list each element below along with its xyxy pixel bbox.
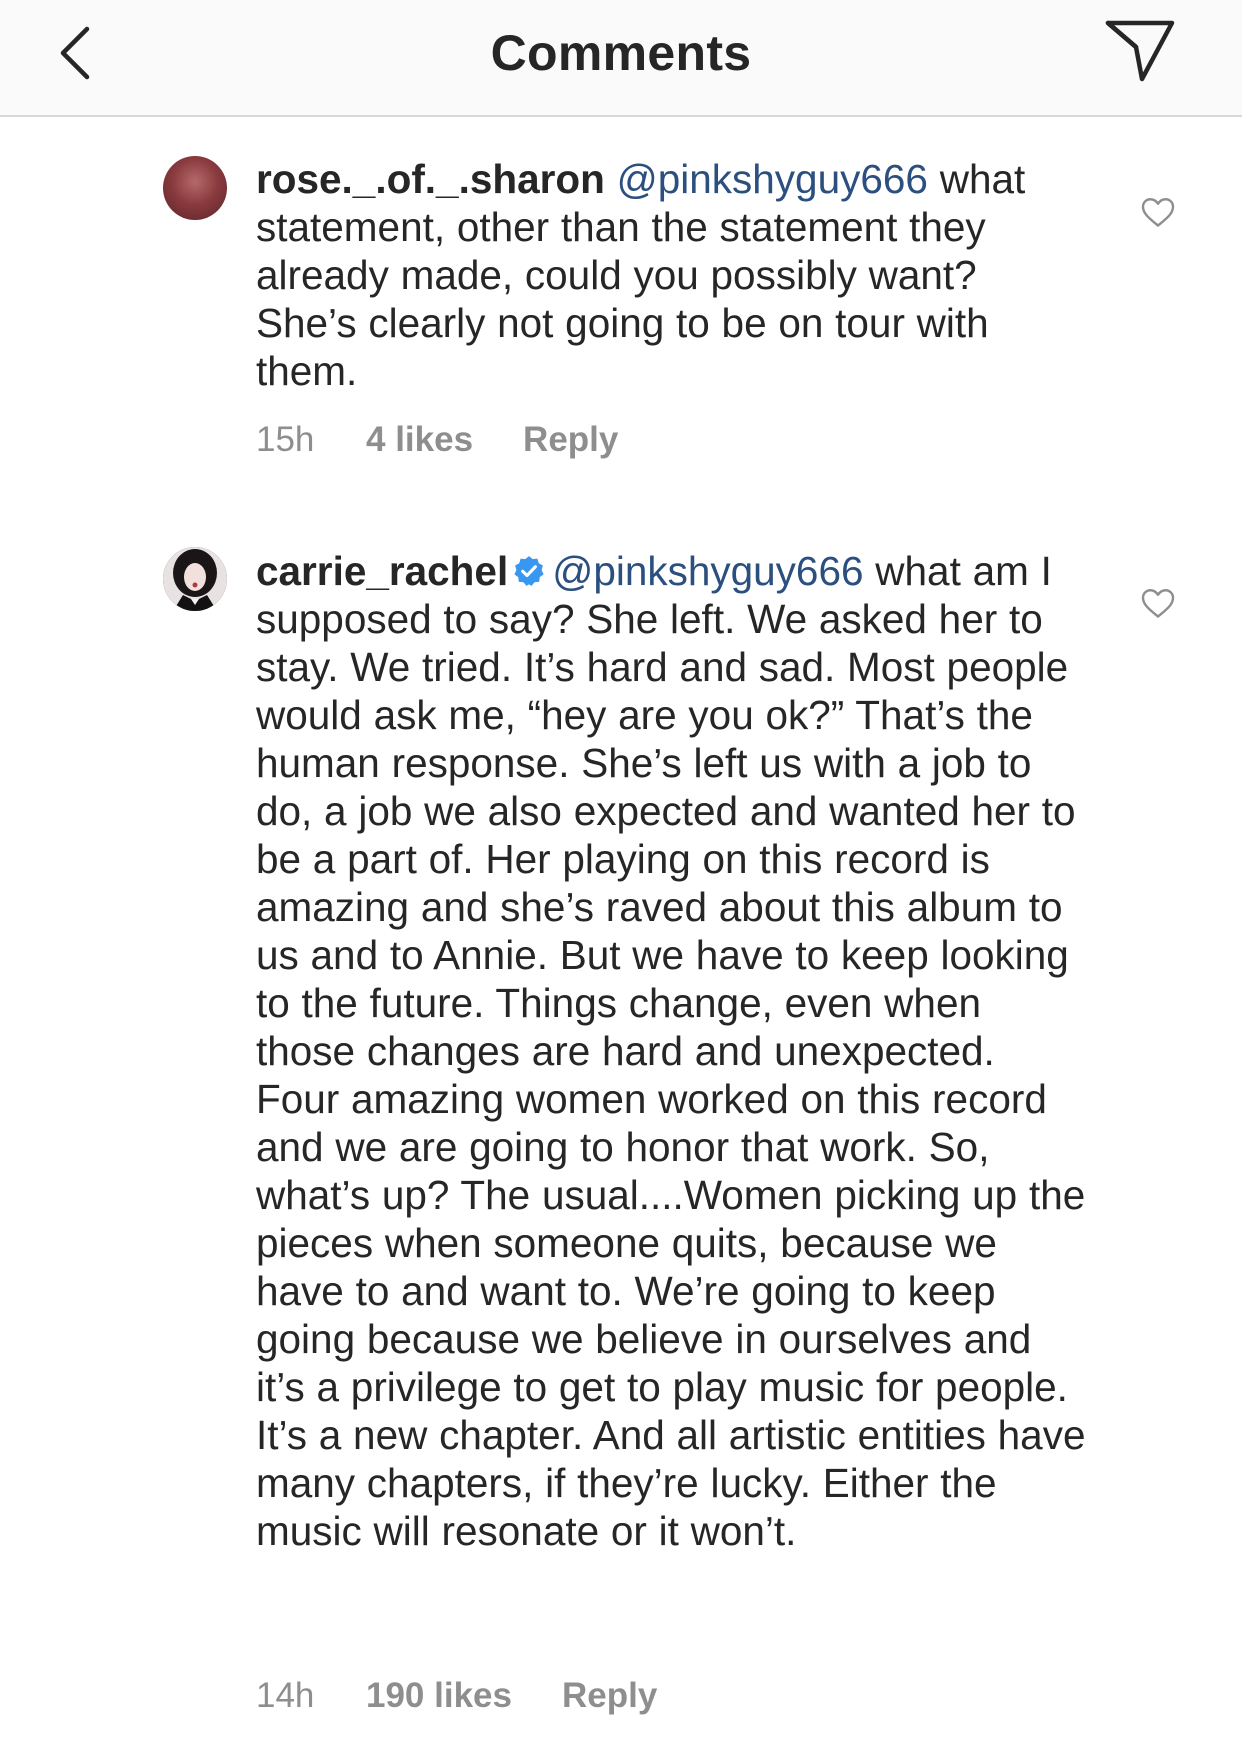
send-paper-plane-icon	[1105, 20, 1175, 82]
comment-time: 14h	[256, 1676, 315, 1715]
heart-icon[interactable]	[1140, 194, 1176, 230]
comment-username[interactable]: rose._.of._.sharon	[256, 156, 605, 202]
page-title: Comments	[490, 25, 752, 81]
heart-icon[interactable]	[1140, 585, 1176, 621]
verified-badge-icon	[514, 556, 544, 586]
avatar[interactable]	[163, 156, 227, 220]
send-button[interactable]	[1100, 10, 1180, 90]
avatar[interactable]	[163, 547, 227, 611]
comment-time: 15h	[256, 420, 315, 459]
comment-body: carrie_rachel @pinkshyguy666 what am I s…	[256, 547, 1086, 1555]
comment-likes[interactable]: 190 likes	[366, 1676, 512, 1716]
comment-mention[interactable]: @pinkshyguy666	[552, 548, 863, 594]
comment-username[interactable]: carrie_rachel	[256, 548, 508, 594]
comment-meta: 15h 4 likes Reply	[256, 420, 618, 460]
reply-button[interactable]: Reply	[523, 420, 618, 460]
avatar-portrait	[163, 547, 227, 611]
comment-meta: 14h 190 likes Reply	[256, 1676, 657, 1716]
reply-button[interactable]: Reply	[562, 1676, 657, 1716]
comment-body: rose._.of._.sharon @pinkshyguy666 what s…	[256, 155, 1086, 395]
comment-text: what am I supposed to say? She left. We …	[256, 548, 1086, 1554]
comment-likes[interactable]: 4 likes	[366, 420, 473, 460]
comment-mention[interactable]: @pinkshyguy666	[617, 156, 928, 202]
top-bar: Comments	[0, 0, 1242, 117]
